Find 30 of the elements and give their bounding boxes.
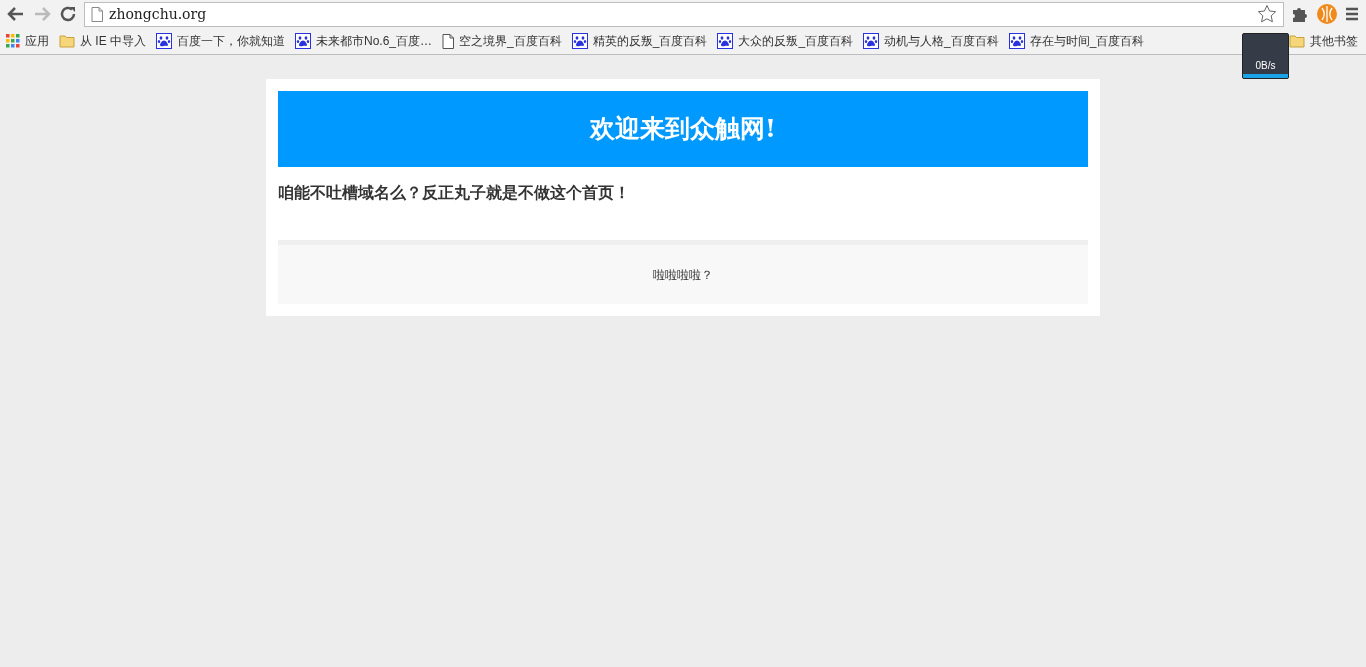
reload-icon[interactable]	[58, 4, 78, 24]
paw-icon	[717, 33, 734, 49]
star-icon[interactable]	[1257, 4, 1277, 24]
bookmark-item[interactable]: 大众的反叛_百度百科	[717, 32, 854, 50]
page-icon	[91, 6, 103, 22]
address-bar[interactable]: zhongchu.org	[84, 1, 1284, 27]
paw-icon	[1008, 33, 1025, 49]
bookmark-item[interactable]: 未来都市No.6_百度…	[295, 32, 433, 50]
bookmark-item[interactable]: 从 IE 中导入	[59, 32, 146, 50]
bookmark-item[interactable]: 存在与时间_百度百科	[1008, 32, 1145, 50]
bookmark-item[interactable]: 动机与人格_百度百科	[863, 32, 999, 50]
footer-panel: 啦啦啦啦？	[278, 240, 1088, 304]
bookmark-item[interactable]: 应用	[6, 32, 49, 50]
bookmark-item[interactable]: 空之境界_百度百科	[442, 32, 562, 50]
paw-icon	[863, 33, 880, 49]
apps-grid-icon	[6, 34, 20, 48]
menu-icon[interactable]	[1344, 6, 1360, 22]
paw-icon	[571, 33, 588, 49]
welcome-banner: 欢迎来到众触网!	[278, 91, 1088, 167]
paw-icon	[156, 33, 172, 49]
bookmark-item[interactable]: 百度一下，你就知道	[156, 32, 285, 50]
folder-icon	[59, 34, 75, 48]
paw-icon	[295, 33, 311, 49]
bookmark-item[interactable]: 精英的反叛_百度百科	[571, 32, 708, 50]
speed-popup: 0B/s	[1242, 33, 1289, 79]
folder-icon	[1289, 34, 1305, 48]
url-text: zhongchu.org	[109, 4, 208, 24]
bookmark-item[interactable]: 其他书签	[1289, 32, 1358, 50]
page-icon	[442, 33, 455, 49]
subtitle-text: 咱能不吐槽域名么？反正丸子就是不做这个首页！	[278, 183, 631, 203]
